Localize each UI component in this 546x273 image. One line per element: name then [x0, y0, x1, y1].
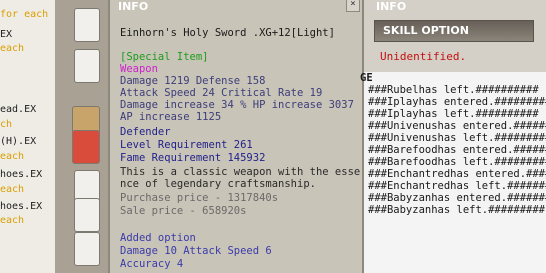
info-panel-title: INFO — [118, 0, 149, 13]
added-option-line: Accuracy 4 — [120, 258, 184, 270]
chat-line: ###Babyzanhas entered.####### — [368, 192, 546, 204]
stat-line: AP increase 1125 — [120, 111, 222, 123]
inventory-panel: for each EX each ead.EX ch (H).EX each h… — [0, 0, 110, 273]
chat-line: ###Univenushas entered.###### — [368, 120, 546, 132]
stat-line: Damage increase 34 % HP increase 3037 — [120, 99, 354, 111]
inv-row-1[interactable]: EX — [0, 28, 12, 41]
requirement-line: Defender — [120, 126, 171, 138]
chat-line: ###Babyzanhas left.######### — [368, 204, 546, 216]
chat-line: ###Iplayhas entered.######### — [368, 96, 546, 108]
item-info-panel: INFO × Einhorn's Holy Sword .XG+12[Light… — [108, 0, 364, 273]
sale-price: Sale price - 658920s — [120, 205, 247, 217]
equip-slot-5[interactable] — [74, 232, 100, 266]
chat-line: ###Enchantredhas entered.##### — [368, 168, 546, 180]
special-item-label: [Special Item] — [120, 51, 209, 63]
chat-line: ###Univenushas left.######### — [368, 132, 546, 144]
unidentified-status: Unidentified. — [380, 50, 467, 63]
purchase-price: Purchase price - 1317840s — [120, 192, 279, 204]
item-category: Weapon — [120, 63, 158, 75]
skill-panel-title: INFO — [376, 0, 407, 13]
inv-row-10[interactable]: each — [0, 214, 24, 227]
chat-line: ###Barefoodhas entered.###### — [368, 144, 546, 156]
skill-info-panel: INFO SKILL OPTION Unidentified. GE ###Ru… — [360, 0, 546, 273]
equip-slot-2[interactable] — [74, 49, 100, 83]
inv-row-9[interactable]: hoes.EX — [0, 200, 42, 213]
item-name: Einhorn's Holy Sword .XG+12[Light] — [120, 27, 335, 39]
equip-slot-1[interactable] — [74, 8, 100, 42]
skill-option-label: SKILL OPTION — [383, 24, 469, 37]
stat-line: Damage 1219 Defense 158 — [120, 75, 266, 87]
chat-line: ###Rubelhas left.########## — [368, 84, 539, 96]
chat-line: ###Iplayhas left.########## — [368, 108, 539, 120]
inv-row-4[interactable]: ch — [0, 118, 12, 131]
requirement-line: Fame Requirement 145932 — [120, 152, 266, 164]
skill-option-bar[interactable]: SKILL OPTION — [374, 20, 534, 42]
equip-slot-4[interactable] — [74, 198, 100, 232]
added-option-line: Damage 10 Attack Speed 6 — [120, 245, 272, 257]
stat-line: Attack Speed 24 Critical Rate 19 — [120, 87, 323, 99]
inv-row-2[interactable]: each — [0, 42, 24, 55]
chat-line: ###Barefoodhas left.######### — [368, 156, 546, 168]
inv-row-8[interactable]: each — [0, 183, 24, 196]
inv-row-6[interactable]: each — [0, 150, 24, 163]
inv-row-7[interactable]: hoes.EX — [0, 168, 42, 181]
description-line: This is a classic weapon with the esse — [120, 166, 361, 178]
inventory-list: for each EX each ead.EX ch (H).EX each h… — [0, 0, 55, 273]
inv-row-3[interactable]: ead.EX — [0, 103, 36, 116]
chat-line: ###Enchantredhas left.######## — [368, 180, 546, 192]
inv-row-5[interactable]: (H).EX — [0, 135, 36, 148]
chat-header: GE — [360, 72, 373, 84]
chat-log[interactable]: GE ###Rubelhas left.########## ###Iplayh… — [360, 72, 546, 273]
character-portrait-icon[interactable] — [72, 130, 100, 164]
added-option-header: Added option — [120, 232, 196, 244]
inv-row-0[interactable]: for each — [0, 8, 48, 21]
close-icon[interactable]: × — [346, 0, 360, 12]
description-line: nce of legendary craftsmanship. — [120, 178, 316, 190]
requirement-line: Level Requirement 261 — [120, 139, 253, 151]
